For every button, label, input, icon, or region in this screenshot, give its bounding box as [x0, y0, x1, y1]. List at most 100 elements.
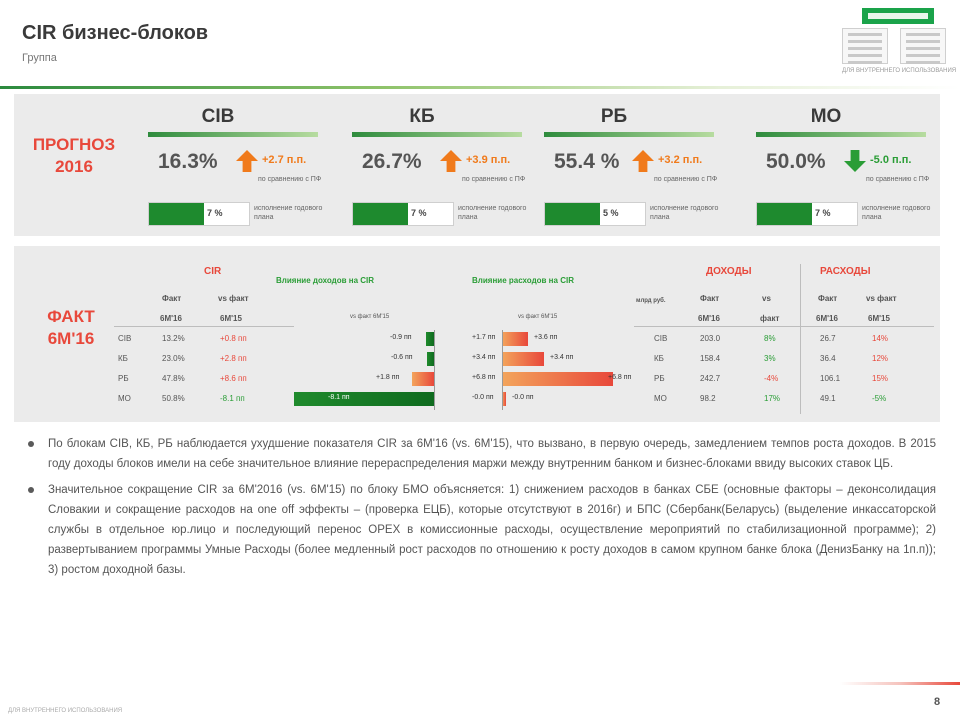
cir-delta-note: по сравнению с ПФ	[462, 176, 526, 183]
row-cir-value: 13.2%	[162, 334, 185, 343]
plan-progress-fill	[353, 203, 408, 225]
expense-influence-axis-label: +6.8 пп	[472, 374, 496, 381]
row-block-name: CIB	[118, 334, 132, 343]
expense-influence-axis	[502, 330, 503, 410]
plan-progress-value: 7 %	[207, 208, 223, 218]
plan-progress-note: исполнение годового плана	[650, 205, 719, 221]
row-expense-vs: -5%	[872, 394, 887, 403]
row-block-code: РБ	[654, 374, 665, 383]
income-influence-bar	[294, 392, 434, 406]
income-col-fact2: факт	[760, 314, 780, 323]
plan-progress-note: исполнение годового плана	[862, 205, 931, 221]
expense-col-period-b: 6М'15	[868, 314, 890, 323]
income-col-period: 6М'16	[698, 314, 720, 323]
cir-header-rule	[114, 326, 294, 327]
expense-influence-header: Влияние расходов на CIR	[472, 276, 574, 285]
income-expense-header-rule	[634, 326, 934, 327]
forecast-block: КБ 26.7% +3.9 п.п. по сравнению с ПФ 7 % испо…	[352, 94, 532, 236]
expense-influence-axis-label: +1.7 пп	[472, 334, 496, 341]
page-title: CIR бизнес-блоков	[22, 22, 209, 44]
income-influence-label: -0.6 пп	[391, 354, 413, 361]
cir-col-fact: Факт	[162, 294, 182, 303]
row-expense-value: 26.7	[820, 334, 836, 343]
row-income-vs: 3%	[764, 354, 776, 363]
row-cir-vs: +2.8 пп	[220, 354, 247, 363]
cir-col-period-b: 6М'15	[220, 314, 242, 323]
row-cir-value: 47.8%	[162, 374, 185, 383]
block-accent-bar	[352, 132, 522, 137]
cir-forecast-value: 16.3%	[158, 150, 218, 173]
row-block-name: РБ	[118, 374, 129, 383]
cir-delta: -5.0 п.п.	[870, 154, 912, 166]
forecast-block: РБ 55.4 % +3.2 п.п. по сравнению с ПФ 5 % исп…	[544, 94, 724, 236]
row-expense-value: 36.4	[820, 354, 836, 363]
row-cir-value: 50.8%	[162, 394, 185, 403]
row-income-value: 98.2	[700, 394, 716, 403]
income-influence-label: +1.8 пп	[376, 374, 400, 381]
expense-influence-label: +3.4 пп	[550, 354, 574, 361]
row-block-code: CIB	[654, 334, 668, 343]
cir-col-vs: vs факт	[218, 294, 249, 303]
row-income-vs: 8%	[764, 334, 776, 343]
corporate-logo: ДЛЯ ВНУТРЕННЕГО ИСПОЛЬЗОВАНИЯ	[840, 6, 956, 80]
cir-col-period-a: 6М'16	[160, 314, 182, 323]
expense-col-vs: vs факт	[866, 294, 897, 303]
income-header: ДОХОДЫ	[706, 266, 752, 277]
income-expense-divider	[800, 264, 801, 414]
fact-panel: ФАКТ 6М'16 CIR Факт vs факт 6М'16 6М'15 …	[14, 246, 940, 422]
row-expense-vs: 12%	[872, 354, 889, 363]
expense-influence-axis-label: -0.0 пп	[472, 394, 494, 401]
logo-caption: ДЛЯ ВНУТРЕННЕГО ИСПОЛЬЗОВАНИЯ	[842, 68, 957, 74]
cir-delta: +3.9 п.п.	[466, 154, 511, 166]
income-influence-bar	[412, 372, 434, 386]
expense-influence-label: -0.0 пп	[512, 394, 534, 401]
row-expense-value: 106.1	[820, 374, 841, 383]
income-col-fact: Факт	[700, 294, 720, 303]
plan-progress-bar: 7 %	[756, 202, 858, 226]
plan-progress-bar: 7 %	[148, 202, 250, 226]
bullet-item: По блокам CIB, КБ, РБ наблюдается ухудше…	[20, 434, 936, 474]
arrow-up-icon	[236, 150, 258, 172]
plan-progress-fill	[149, 203, 204, 225]
row-income-value: 203.0	[700, 334, 721, 343]
block-accent-bar	[756, 132, 926, 137]
footer-note: ДЛЯ ВНУТРЕННЕГО ИСПОЛЬЗОВАНИЯ	[8, 708, 123, 714]
row-income-value: 242.7	[700, 374, 721, 383]
expense-influence-axis-label: +3.4 пп	[472, 354, 496, 361]
logo-thumbnail-left	[842, 28, 888, 64]
expense-influence-bar	[502, 332, 528, 346]
cir-forecast-value: 26.7%	[362, 150, 422, 173]
row-expense-vs: 14%	[872, 334, 889, 343]
forecast-block: МО 50.0% -5.0 п.п. по сравнению с ПФ 7 % испо…	[756, 94, 936, 236]
cir-delta-note: по сравнению с ПФ	[258, 176, 322, 183]
unit-label: млрд руб.	[636, 298, 666, 304]
header-divider	[0, 86, 960, 89]
row-income-vs: -4%	[764, 374, 779, 383]
plan-progress-note: исполнение годового плана	[458, 205, 527, 221]
row-block-code: КБ	[654, 354, 664, 363]
expense-influence-bar	[502, 352, 544, 366]
plan-progress-note: исполнение годового плана	[254, 205, 323, 221]
plan-progress-fill	[545, 203, 600, 225]
cir-delta-note: по сравнению с ПФ	[866, 176, 930, 183]
block-accent-bar	[544, 132, 714, 137]
row-block-code: МО	[654, 394, 667, 403]
cir-delta: +2.7 п.п.	[262, 154, 307, 166]
income-col-vs: vs	[762, 294, 771, 303]
row-block-name: КБ	[118, 354, 128, 363]
arrow-down-icon	[844, 150, 866, 172]
row-cir-value: 23.0%	[162, 354, 185, 363]
page-number: 8	[934, 696, 941, 708]
arrow-up-icon	[632, 150, 654, 172]
income-influence-bar	[427, 352, 434, 366]
row-expense-vs: 15%	[872, 374, 889, 383]
expense-influence-bar	[502, 372, 613, 386]
forecast-panel: ПРОГНОЗ 2016 CIB 16.3% +2.7 п.п. по сравнен…	[14, 94, 940, 236]
plan-progress-fill	[757, 203, 812, 225]
row-cir-vs: +0.8 пп	[220, 334, 247, 343]
footer-accent	[840, 682, 960, 685]
row-block-name: МО	[118, 394, 131, 403]
expense-influence-label: +6.8 пп	[608, 374, 632, 381]
plan-progress-value: 7 %	[815, 208, 831, 218]
logo-thumbnail-right	[900, 28, 946, 64]
